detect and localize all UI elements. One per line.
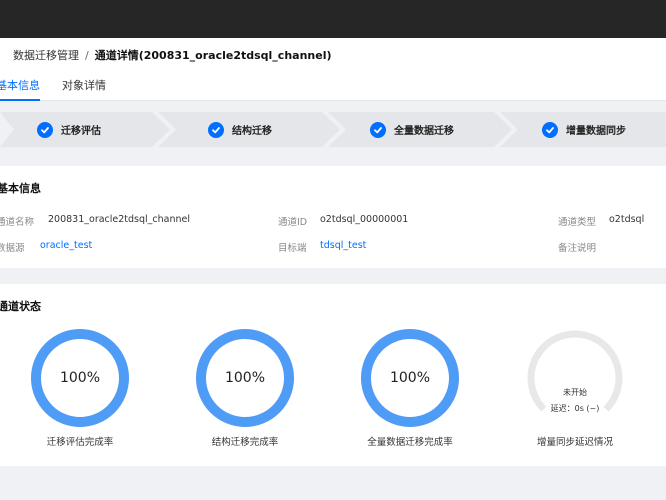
step-incremental-sync: 增量数据同步 (542, 112, 626, 147)
basic-info-card: 基本信息 通道名称 200831_oracle2tdsql_channel 通道… (0, 166, 666, 268)
channel-status-title: 通道状态 (0, 300, 41, 313)
breadcrumb-separator: / (85, 49, 89, 62)
check-circle-icon (37, 121, 53, 138)
breadcrumb: 数据迁移管理 / 通道详情(200831_oracle2tdsql_channel) (13, 49, 332, 63)
channel-name-label: 通道名称 (0, 217, 35, 228)
page-title: 通道详情(200831_oracle2tdsql_channel) (94, 49, 332, 62)
gauge-value: 100% (224, 370, 266, 386)
step-structure-migration: 结构迁移 (208, 112, 272, 147)
structure-completion-gauge: 100% (195, 328, 295, 428)
step-label: 增量数据同步 (566, 126, 626, 137)
data-source-label: 数据源 (0, 243, 25, 254)
progress-steps: 迁移评估 结构迁移 全量数据迁移 增量数据同步 (0, 112, 666, 147)
step-full-data-migration: 全量数据迁移 (370, 112, 454, 147)
target-label: 目标端 (278, 243, 307, 254)
step-label: 迁移评估 (61, 126, 101, 137)
assessment-completion-gauge: 100% (30, 328, 130, 428)
gauge-label: 迁移评估完成率 (46, 437, 114, 448)
gauge-value: 100% (59, 370, 101, 386)
tab-object-details[interactable]: 对象详情 (62, 78, 106, 99)
tab-basic-info[interactable]: 基本信息 (0, 78, 40, 101)
page-header: 数据迁移管理 / 通道详情(200831_oracle2tdsql_channel)… (0, 38, 666, 101)
check-circle-icon (370, 121, 386, 138)
check-circle-icon (208, 121, 224, 138)
full-data-completion-gauge: 100% (360, 328, 460, 428)
gauge-value: 100% (389, 370, 431, 386)
channel-id-label: 通道ID (278, 217, 308, 228)
step-label: 结构迁移 (232, 126, 272, 137)
channel-type-value: o2tdsql (609, 214, 645, 225)
step-label: 全量数据迁移 (394, 126, 454, 137)
sync-delay-text: 延迟：0s (~) (550, 404, 600, 413)
basic-info-title: 基本信息 (0, 182, 41, 195)
sync-status-text: 未开始 (563, 388, 587, 397)
step-assessment: 迁移评估 (37, 112, 101, 147)
top-navigation-bar (0, 0, 666, 38)
data-source-link[interactable]: oracle_test (40, 240, 92, 251)
gauge-label: 增量同步延迟情况 (536, 437, 613, 448)
channel-id-value: o2tdsql_00000001 (320, 214, 409, 225)
channel-type-label: 通道类型 (558, 217, 597, 228)
target-link[interactable]: tdsql_test (320, 240, 366, 251)
check-circle-icon (542, 121, 558, 138)
channel-name-value: 200831_oracle2tdsql_channel (48, 214, 191, 225)
gauge-label: 结构迁移完成率 (211, 437, 279, 448)
gauge-label: 全量数据迁移完成率 (367, 437, 453, 448)
remark-label: 备注说明 (558, 243, 597, 254)
breadcrumb-parent-link[interactable]: 数据迁移管理 (13, 49, 79, 62)
